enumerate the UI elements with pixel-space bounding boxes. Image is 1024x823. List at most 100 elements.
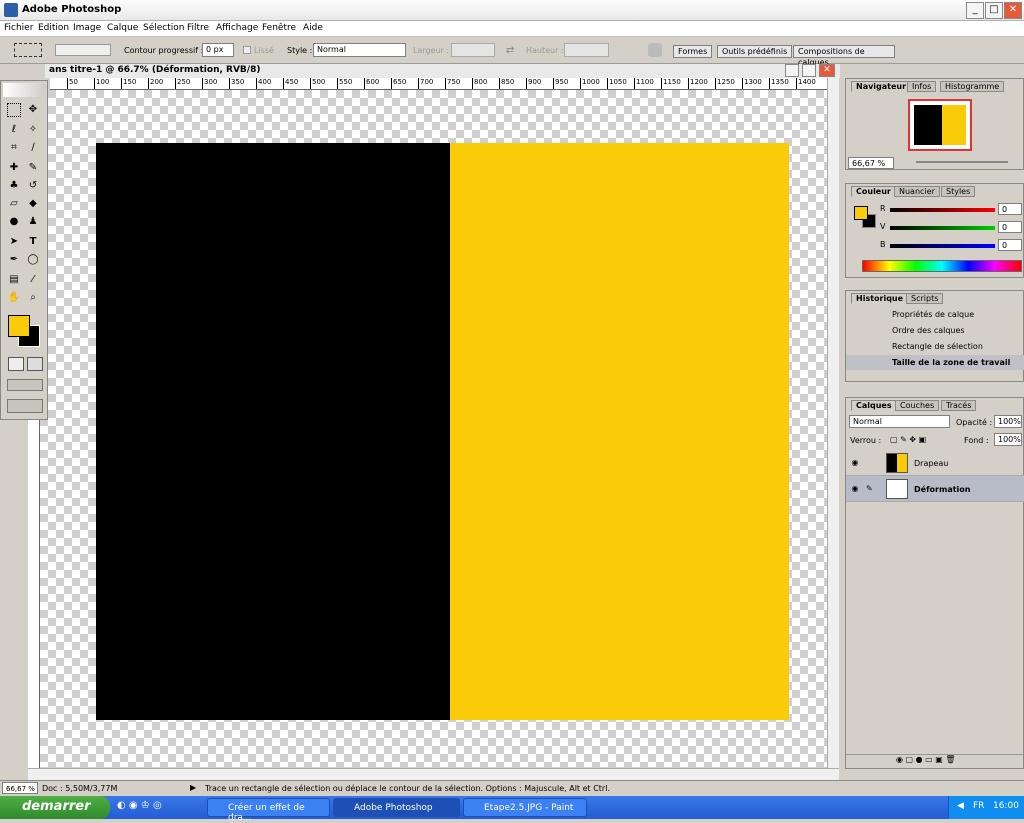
language-indicator[interactable]: FR bbox=[973, 801, 984, 811]
flag-black-stripe[interactable] bbox=[96, 143, 450, 720]
style-select[interactable]: Normal bbox=[313, 43, 406, 57]
r-slider[interactable] bbox=[890, 208, 995, 212]
quickmask-mode-icon[interactable] bbox=[27, 357, 43, 371]
task-browser[interactable]: Créer un effet de dra... bbox=[207, 798, 330, 823]
doc-minimize-button[interactable] bbox=[785, 64, 799, 77]
menu-aide[interactable]: Aide bbox=[303, 23, 323, 33]
blur-icon[interactable]: ● bbox=[7, 215, 21, 229]
navigator-zoom-input[interactable]: 66,67 % bbox=[848, 157, 894, 169]
b-input[interactable]: 0 bbox=[998, 239, 1022, 251]
history-brush-icon[interactable]: ↺ bbox=[26, 179, 40, 193]
tab-outils-predefinis[interactable]: Outils prédéfinis bbox=[717, 45, 793, 58]
zoom-icon[interactable]: ⌕ bbox=[26, 291, 40, 305]
start-button[interactable]: demarrer bbox=[0, 796, 110, 819]
maximize-button[interactable]: □ bbox=[985, 2, 1003, 19]
canvas-transparency-area[interactable] bbox=[40, 90, 827, 767]
color-ramp[interactable] bbox=[862, 260, 1022, 272]
vertical-scrollbar[interactable] bbox=[827, 78, 839, 768]
antialias-checkbox[interactable] bbox=[243, 46, 251, 54]
menu-affichage[interactable]: Affichage bbox=[216, 23, 258, 33]
navigator-zoom-slider[interactable] bbox=[916, 161, 1008, 163]
magic-wand-icon[interactable]: ✧ bbox=[26, 123, 40, 137]
tab-scripts[interactable]: Scripts bbox=[906, 293, 944, 304]
history-item[interactable]: Propriétés de calque bbox=[846, 307, 1024, 322]
standard-mode-icon[interactable] bbox=[8, 357, 24, 371]
eraser-icon[interactable]: ▱ bbox=[7, 197, 21, 211]
history-item-current[interactable]: Taille de la zone de travail bbox=[846, 355, 1024, 370]
feather-input[interactable]: 0 px bbox=[202, 43, 234, 57]
move-icon[interactable]: ✥ bbox=[26, 103, 40, 117]
imageready-icon[interactable] bbox=[7, 399, 43, 413]
pen-icon[interactable]: ✒ bbox=[7, 253, 21, 267]
width-input[interactable] bbox=[451, 43, 495, 57]
history-item[interactable]: Ordre des calques bbox=[846, 323, 1024, 338]
layer-row-selected[interactable]: ◉ ✎ Déformation bbox=[846, 476, 1024, 502]
screen-mode-icons[interactable] bbox=[7, 379, 43, 391]
height-input[interactable] bbox=[564, 43, 609, 57]
crop-icon[interactable]: ⌗ bbox=[7, 141, 21, 155]
b-slider[interactable] bbox=[890, 244, 995, 248]
lasso-icon[interactable]: ℓ bbox=[7, 123, 21, 137]
layer-row[interactable]: ◉ Drapeau bbox=[846, 450, 1024, 476]
v-input[interactable]: 0 bbox=[998, 221, 1022, 233]
eye-icon[interactable]: ◉ bbox=[849, 484, 861, 494]
hand-icon[interactable]: ✋ bbox=[7, 291, 21, 305]
menu-calque[interactable]: Calque bbox=[107, 23, 138, 33]
swap-icon[interactable]: ⇄ bbox=[506, 45, 514, 56]
blend-mode-select[interactable]: Normal bbox=[849, 415, 950, 428]
r-input[interactable]: 0 bbox=[998, 203, 1022, 215]
horizontal-scrollbar[interactable] bbox=[28, 768, 839, 780]
task-photoshop[interactable]: Adobe Photoshop bbox=[333, 798, 460, 817]
stamp-icon[interactable]: ♣ bbox=[7, 179, 21, 193]
foreground-color-swatch[interactable] bbox=[8, 315, 30, 337]
eyedropper-icon[interactable]: ⁄ bbox=[26, 273, 40, 287]
menu-fenetre[interactable]: Fenêtre bbox=[262, 23, 296, 33]
healing-brush-icon[interactable]: ✚ bbox=[7, 161, 21, 175]
selection-mode-icons[interactable] bbox=[55, 44, 111, 56]
tab-couleur[interactable]: Couleur bbox=[851, 186, 896, 197]
menu-fichier[interactable]: Fichier bbox=[4, 23, 33, 33]
close-button[interactable]: ✕ bbox=[1004, 2, 1022, 19]
opacity-input[interactable]: 100% bbox=[994, 415, 1022, 428]
navigator-thumbnail[interactable] bbox=[908, 99, 972, 151]
tab-historique[interactable]: Historique bbox=[851, 293, 909, 304]
doc-maximize-button[interactable] bbox=[802, 64, 816, 77]
tab-histogramme[interactable]: Histogramme bbox=[940, 81, 1005, 92]
paint-bucket-icon[interactable]: ◆ bbox=[26, 197, 40, 211]
tab-infos[interactable]: Infos bbox=[907, 81, 937, 92]
menu-edition[interactable]: Edition bbox=[38, 23, 69, 33]
tab-nuancier[interactable]: Nuancier bbox=[894, 186, 940, 197]
marquee-preset-icon[interactable] bbox=[14, 43, 42, 57]
color-fg-swatch[interactable] bbox=[854, 206, 868, 220]
shape-icon[interactable]: ◯ bbox=[26, 253, 40, 267]
brush-icon[interactable]: ✎ bbox=[26, 161, 40, 175]
type-icon[interactable]: T bbox=[26, 235, 40, 249]
path-select-icon[interactable]: ➤ bbox=[7, 235, 21, 249]
menu-filtre[interactable]: Filtre bbox=[187, 23, 209, 33]
tab-couches[interactable]: Couches bbox=[895, 400, 940, 411]
tab-navigateur[interactable]: Navigateur bbox=[851, 81, 912, 92]
flag-yellow-stripe[interactable] bbox=[450, 143, 789, 720]
tab-formes[interactable]: Formes bbox=[673, 45, 713, 58]
menu-selection[interactable]: Sélection bbox=[143, 23, 184, 33]
doc-close-icon[interactable]: ✕ bbox=[819, 64, 835, 77]
history-item[interactable]: Rectangle de sélection bbox=[846, 339, 1024, 354]
minimize-button[interactable]: _ bbox=[966, 2, 984, 19]
tab-styles[interactable]: Styles bbox=[941, 186, 976, 197]
dodge-icon[interactable]: ♟ bbox=[26, 215, 40, 229]
tab-calques[interactable]: Calques bbox=[851, 400, 897, 411]
status-zoom[interactable]: 66,67 % bbox=[2, 782, 38, 794]
menu-image[interactable]: Image bbox=[73, 23, 101, 33]
task-paint[interactable]: Etape2.5.JPG - Paint bbox=[463, 798, 587, 817]
lock-icons[interactable]: ▢ ✎ ✥ ▣ bbox=[890, 435, 926, 444]
tab-traces[interactable]: Tracés bbox=[941, 400, 977, 411]
palette-well-icon[interactable] bbox=[648, 43, 662, 57]
notes-icon[interactable]: ▤ bbox=[7, 273, 21, 287]
tray-arrow-icon[interactable]: ◀ bbox=[957, 801, 964, 811]
quicklaunch-icons[interactable]: ◐ ◉ ♔ ◎ bbox=[117, 800, 162, 811]
eye-icon[interactable]: ◉ bbox=[849, 458, 861, 468]
layer-actions[interactable]: ◉ ▢ ● ▭ ▣ 🗑 bbox=[846, 754, 1023, 768]
fill-input[interactable]: 100% bbox=[994, 433, 1022, 446]
tab-compositions[interactable]: Compositions de calques bbox=[793, 45, 895, 67]
slice-icon[interactable]: ∕ bbox=[26, 141, 40, 155]
